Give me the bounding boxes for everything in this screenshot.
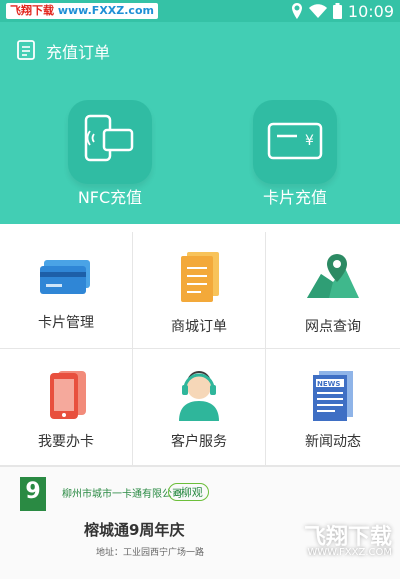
- grid-item-label: 卡片管理: [38, 315, 94, 331]
- grid-item-label: 新闻动态: [305, 434, 361, 450]
- map-pin-icon: [307, 254, 359, 298]
- phone-card-icon: [50, 371, 86, 419]
- banner-headline: 榕城通9周年庆: [84, 521, 185, 539]
- service-grid: 卡片管理 商城订单 网点查询 我要办卡 客户服务 NEWS 新闻动态: [0, 232, 400, 466]
- battery-icon: [332, 3, 342, 19]
- grid-item-outlet-search[interactable]: 网点查询: [266, 232, 400, 349]
- svg-text:¥: ¥: [305, 133, 314, 149]
- banner-address: 地址：工业园西宁广场一路: [96, 548, 205, 558]
- nfc-recharge-button[interactable]: [68, 100, 152, 184]
- grid-item-customer-service[interactable]: 客户服务: [133, 349, 266, 466]
- grid-item-news[interactable]: NEWS 新闻动态: [266, 349, 400, 466]
- document-icon: [181, 252, 219, 302]
- grid-item-label: 商城订单: [171, 319, 227, 335]
- card-recharge-label[interactable]: 卡片充值: [235, 184, 355, 208]
- order-list-icon[interactable]: [16, 40, 36, 60]
- newspaper-icon: NEWS: [313, 371, 353, 421]
- svg-text:NEWS: NEWS: [317, 380, 340, 388]
- location-icon: [291, 3, 302, 19]
- grid-item-label: 客户服务: [171, 434, 227, 450]
- watermark-url: www.FXXZ.com: [57, 4, 154, 17]
- card-recharge-button[interactable]: ¥: [253, 100, 337, 184]
- grid-item-apply-card[interactable]: 我要办卡: [0, 349, 133, 466]
- nfc-recharge-label[interactable]: NFC充值: [50, 184, 170, 208]
- partner-logo: e柳观: [168, 483, 209, 501]
- grid-item-label: 网点查询: [305, 319, 361, 335]
- company-name: 柳州市城市一卡通有限公司: [62, 489, 182, 500]
- promo-banner[interactable]: 9 柳州市城市一卡通有限公司 e柳观 榕城通9周年庆 地址：工业园西宁广场一路 …: [0, 466, 400, 579]
- grid-item-card-management[interactable]: 卡片管理: [0, 232, 133, 349]
- clock: 10:09: [347, 1, 394, 21]
- watermark-text: 飞翔下载: [10, 4, 54, 17]
- watermark-logo: 飞翔下载: [303, 525, 392, 550]
- grid-item-label: 我要办卡: [38, 434, 94, 450]
- anniversary-logo: 9: [20, 477, 46, 511]
- card-yen-icon: ¥: [267, 122, 323, 160]
- nfc-phone-icon: [84, 114, 134, 162]
- recharge-orders-link[interactable]: 充值订单: [46, 39, 110, 63]
- watermark-badge: 飞翔下载 www.FXXZ.com: [6, 3, 158, 19]
- headset-agent-icon: [179, 371, 219, 421]
- watermark-url: WWW.FXXZ.COM: [307, 547, 392, 558]
- cards-icon: [40, 260, 90, 294]
- grid-item-mall-orders[interactable]: 商城订单: [133, 232, 266, 349]
- wifi-icon: [308, 4, 327, 18]
- status-bar: 飞翔下载 www.FXXZ.com 10:09: [0, 0, 400, 22]
- recharge-header: 充值订单 NFC充值 ¥ 卡片充值: [0, 22, 400, 224]
